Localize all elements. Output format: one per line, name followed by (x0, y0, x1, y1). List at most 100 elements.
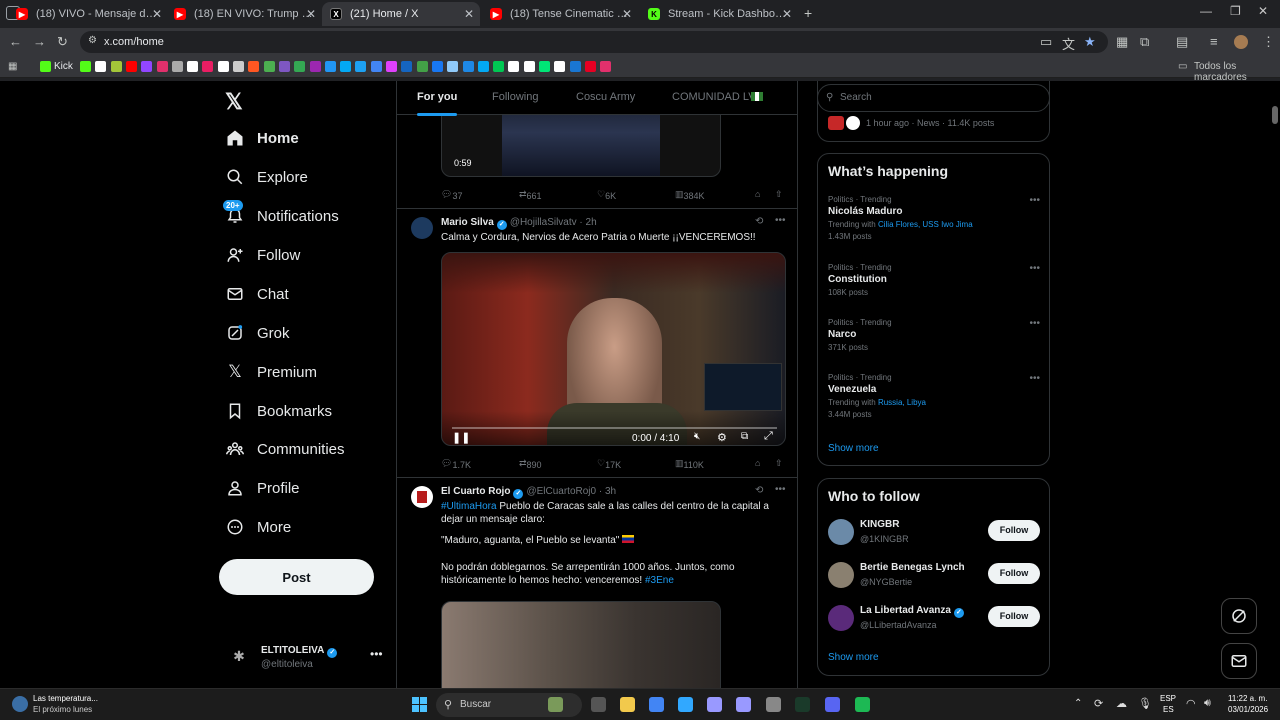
browser-tab[interactable]: K Stream - Kick Dashboard ✕ (640, 2, 798, 26)
task-view-icon[interactable] (591, 697, 606, 712)
nav-chat[interactable]: Chat (225, 282, 289, 306)
bookmark-favicon-icon[interactable] (187, 61, 199, 72)
pip-icon[interactable]: ⧉ (741, 431, 748, 442)
bookmark-favicon-icon[interactable] (263, 61, 275, 72)
like-button[interactable]: ♡ 6K (597, 189, 616, 201)
bookmark-favicon-icon[interactable] (248, 61, 260, 72)
nav-communities[interactable]: Communities (225, 437, 345, 461)
bookmark-favicon-icon[interactable] (386, 61, 397, 72)
bookmark-favicon-icon[interactable] (233, 61, 244, 72)
bookmark-favicon-icon[interactable] (309, 61, 321, 72)
bookmark-favicon-icon[interactable] (477, 61, 489, 72)
show-more-link[interactable]: Show more (828, 652, 879, 663)
bookmark-favicon-icon[interactable] (462, 61, 474, 72)
after-effects-icon[interactable] (736, 697, 751, 712)
nav-more[interactable]: More (225, 515, 291, 539)
site-info-icon[interactable]: ⚙ (88, 35, 97, 46)
follow-suggestion[interactable]: KINGBR @1KINGBR Follow (828, 517, 1040, 551)
grok-float-button[interactable] (1221, 598, 1257, 634)
discord-icon[interactable] (825, 697, 840, 712)
bookmark-favicon-icon[interactable] (447, 61, 459, 72)
nav-explore[interactable]: Explore (225, 165, 308, 189)
network-icon[interactable] (766, 697, 781, 712)
video-progress[interactable] (452, 427, 777, 429)
minimize-icon[interactable]: — (1200, 4, 1212, 18)
bookmark-favicon-icon[interactable] (278, 61, 290, 72)
kick-icon[interactable] (40, 61, 51, 72)
bookmark-star-icon[interactable]: ★ (1084, 34, 1096, 50)
like-button[interactable]: ♡ 17K (597, 458, 621, 470)
media-icon[interactable]: ≡ (1210, 34, 1218, 49)
nav-bookmarks[interactable]: Bookmarks (225, 399, 332, 423)
hashtag-link[interactable]: #3Ene (645, 575, 674, 586)
profile-avatar[interactable] (1234, 35, 1248, 49)
browser-tab[interactable]: ▶(18) VIVO - Mensaje del Preside✕ (8, 2, 168, 26)
bookmark-favicon-icon[interactable] (324, 61, 336, 72)
bookmark-favicon-icon[interactable] (141, 61, 153, 72)
close-window-icon[interactable]: ✕ (1258, 4, 1268, 18)
reply-button[interactable]: 💬︎ 37 (441, 189, 462, 201)
trend-item[interactable]: Politics · Trending Nicolás Maduro Trend… (828, 195, 1040, 241)
trend-item[interactable]: Politics · Trending Narco 371K posts ••• (828, 318, 1040, 352)
volume-icon[interactable]: 🔊︎ (1204, 697, 1211, 710)
clock-time[interactable]: 11:22 a. m. (1228, 694, 1267, 703)
windows-start-icon[interactable] (412, 697, 427, 712)
restore-icon[interactable]: ❐ (1230, 4, 1241, 18)
tweet[interactable]: Mario Silva ✓ @HojillaSilvatv · 2h ⟲ ••• C… (397, 209, 797, 472)
repost-button[interactable]: ⇄ 661 (519, 189, 542, 201)
bookmark-favicon-icon[interactable] (554, 61, 566, 72)
cast-icon[interactable]: ▭ (1040, 34, 1052, 50)
follow-suggestion[interactable]: La Libertad Avanza ✓ @LLibertadAvanza Fol… (828, 603, 1040, 637)
spotify-icon[interactable] (855, 697, 870, 712)
browser-tab[interactable]: ▶(18) Tense Cinematic NoCop✕ (482, 2, 638, 26)
share-icon[interactable]: ⇧ (775, 189, 783, 200)
video-player[interactable]: ❚❚ 0:00 / 4:10 🔇︎ ⚙ ⧉ ⤢ (441, 252, 786, 446)
back-icon[interactable]: ← (9, 34, 22, 49)
hashtag-link[interactable]: #UltimaHora (441, 501, 497, 512)
nav-notifications[interactable]: 20+ Notifications (223, 200, 339, 228)
reply-button[interactable]: 💬︎ 1.7K (441, 458, 471, 470)
bookmark-favicon-icon[interactable] (171, 61, 183, 72)
settings-icon[interactable]: ⚙ (717, 431, 727, 444)
tab-coscu-army[interactable]: Coscu Army (576, 91, 635, 103)
trend-item[interactable]: Politics · Trending Venezuela Trending w… (828, 373, 1040, 419)
bookmark-favicon-icon[interactable] (125, 61, 137, 72)
browser-tab-active[interactable]: X (21) Home / X ✕ (322, 2, 480, 26)
close-tab-icon[interactable]: ✕ (464, 7, 474, 21)
bookmark-favicon-icon[interactable] (584, 61, 596, 72)
close-tab-icon[interactable]: ✕ (152, 7, 162, 21)
browser-tab[interactable]: ▶(18) EN VIVO: Trump dice que E✕ (166, 2, 322, 26)
nav-home[interactable]: Home (225, 126, 299, 150)
nav-premium[interactable]: 𝕏 Premium (225, 360, 317, 384)
puzzle-icon[interactable]: ⧉ (1140, 34, 1149, 50)
bookmark-favicon-icon[interactable] (95, 61, 107, 72)
bookmark-icon[interactable]: ⌂ (755, 189, 760, 199)
bookmark-favicon-icon[interactable] (401, 61, 413, 72)
bookmark-favicon-icon[interactable] (156, 61, 168, 72)
reload-icon[interactable]: ↻ (57, 34, 68, 50)
bookmark-favicon-icon[interactable] (340, 61, 352, 72)
scrollbar-thumb[interactable] (1272, 106, 1278, 124)
bookmark-favicon-icon[interactable] (508, 61, 520, 72)
bookmark-favicon-icon[interactable] (110, 61, 122, 72)
bookmark-favicon-icon[interactable] (416, 61, 428, 72)
more-icon[interactable]: ••• (1029, 263, 1040, 274)
tab-for-you[interactable]: For you (417, 91, 458, 116)
more-icon[interactable]: ••• (1029, 195, 1040, 206)
more-icon[interactable]: ••• (1029, 318, 1040, 329)
nav-profile[interactable]: Profile (225, 476, 300, 500)
file-explorer-icon[interactable] (620, 697, 635, 712)
sidepanel-icon[interactable]: ▤ (1176, 34, 1188, 50)
views-button[interactable]: ▥ 384K (675, 189, 705, 201)
share-icon[interactable]: ⇧ (775, 458, 783, 469)
mute-icon[interactable]: 🔇︎ (694, 431, 700, 442)
nav-grok[interactable]: Grok (225, 321, 290, 345)
tab-following[interactable]: Following (492, 91, 538, 103)
weather-text[interactable]: Las temperatura... (33, 694, 98, 703)
bookmark-favicon-icon[interactable] (202, 61, 214, 72)
weather-icon[interactable] (12, 696, 28, 712)
bookmark-favicon-icon[interactable] (80, 61, 91, 72)
grok-icon[interactable]: ⟲ (755, 485, 763, 496)
follow-button[interactable]: Follow (988, 606, 1040, 627)
tab-comunidad-lv[interactable]: COMUNIDAD LV (672, 91, 756, 103)
